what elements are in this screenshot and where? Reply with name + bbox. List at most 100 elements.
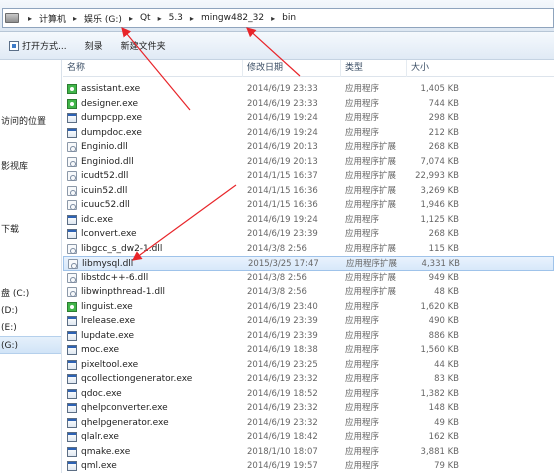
chevron-right-icon[interactable]: ▸ <box>23 14 37 23</box>
breadcrumb-computer[interactable]: 计算机 <box>37 9 68 27</box>
file-date: 2014/6/19 20:13 <box>247 142 318 152</box>
table-row[interactable]: qlalr.exe 2014/6/19 18:42 应用程序 162 KB <box>63 430 554 445</box>
chevron-right-icon[interactable]: ▸ <box>266 14 280 23</box>
chevron-right-icon[interactable]: ▸ <box>68 14 82 23</box>
file-name: pixeltool.exe <box>81 359 139 370</box>
file-date: 2014/6/19 18:38 <box>247 345 318 355</box>
table-row[interactable]: libgcc_s_dw2-1.dll 2014/3/8 2:56 应用程序扩展 115… <box>63 242 554 257</box>
file-date: 2014/6/19 19:24 <box>247 214 318 225</box>
breadcrumb-mingw[interactable]: mingw482_32 <box>199 9 266 27</box>
file-name: qhelpconverter.exe <box>81 403 168 413</box>
burn-label: 刻录 <box>84 42 103 52</box>
table-row[interactable]: dumpdoc.exe 2014/6/19 19:24 应用程序 212 KB <box>63 126 554 141</box>
file-size: 162 KB <box>428 432 459 442</box>
nav-item-drive-g[interactable]: (G:) <box>0 336 61 354</box>
table-row[interactable]: qhelpconverter.exe 2014/6/19 23:32 应用程序 148… <box>63 401 554 416</box>
file-date: 2018/1/10 18:07 <box>247 446 318 457</box>
file-name: libgcc_s_dw2-1.dll <box>81 243 163 254</box>
table-row[interactable]: icuin52.dll 2014/1/15 16:36 应用程序扩展 3,269 KB <box>63 184 554 199</box>
file-date: 2014/6/19 23:32 <box>247 403 318 413</box>
file-date: 2014/3/8 2:56 <box>247 272 307 283</box>
table-row[interactable]: pixeltool.exe 2014/6/19 23:25 应用程序 44 KB <box>63 358 554 373</box>
table-row[interactable]: qmake.exe 2018/1/10 18:07 应用程序 3,881 KB <box>63 445 554 460</box>
breadcrumb-5-3[interactable]: 5.3 <box>167 9 185 27</box>
file-name: lconvert.exe <box>81 229 137 239</box>
exe-icon <box>67 316 77 326</box>
file-date: 2014/3/8 2:56 <box>247 243 307 254</box>
exe-icon <box>67 388 77 399</box>
address-bar[interactable]: ▸ 计算机 ▸ 娱乐 (G:) ▸ Qt ▸ 5.3 ▸ mingw482_32… <box>2 8 554 28</box>
file-date: 2015/3/25 17:47 <box>248 259 319 269</box>
table-row[interactable]: libwinpthread-1.dll 2014/3/8 2:56 应用程序扩展 48… <box>63 285 554 300</box>
file-date: 2014/6/19 19:24 <box>247 113 318 123</box>
file-date: 2014/6/19 23:32 <box>247 374 318 384</box>
table-row[interactable]: idc.exe 2014/6/19 19:24 应用程序 1,125 KB <box>63 213 554 228</box>
table-row[interactable]: icudt52.dll 2014/1/15 16:37 应用程序扩展 22,993 K… <box>63 169 554 184</box>
table-row[interactable]: icuuc52.dll 2014/1/15 16:36 应用程序扩展 1,946 KB <box>63 198 554 213</box>
breadcrumb-qt[interactable]: Qt <box>138 9 153 27</box>
file-name: moc.exe <box>81 345 120 355</box>
computer-icon <box>5 13 19 23</box>
file-date: 2014/6/19 23:40 <box>247 301 318 312</box>
nav-item-downloads[interactable]: 下载 <box>0 221 61 239</box>
file-name: libwinpthread-1.dll <box>81 287 166 297</box>
open-with-label: 打开方式... <box>22 42 67 52</box>
open-with-icon <box>9 40 19 51</box>
file-size: 115 KB <box>428 243 459 254</box>
column-header-row: 名称 修改日期 类型 大小 <box>63 60 554 77</box>
table-row[interactable]: dumpcpp.exe 2014/6/19 19:24 应用程序 298 KB <box>63 111 554 126</box>
exe-icon <box>67 127 77 138</box>
chevron-right-icon[interactable]: ▸ <box>153 14 167 23</box>
table-row[interactable]: lupdate.exe 2014/6/19 23:39 应用程序 886 KB <box>63 329 554 344</box>
file-date: 2014/6/19 23:39 <box>247 229 318 239</box>
file-name: icuuc52.dll <box>81 200 130 210</box>
file-date: 2014/1/15 16:36 <box>247 200 318 210</box>
breadcrumb-bin[interactable]: bin <box>280 9 298 27</box>
file-date: 2014/6/19 23:33 <box>247 84 318 94</box>
table-row[interactable]: lconvert.exe 2014/6/19 23:39 应用程序 268 KB <box>63 227 554 242</box>
file-name: lrelease.exe <box>81 316 136 326</box>
file-size: 22,993 KB <box>415 171 459 181</box>
nav-item-drive-d[interactable]: (D:) <box>0 302 61 320</box>
file-size: 3,269 KB <box>420 185 459 196</box>
burn-button[interactable]: 刻录 <box>76 32 112 59</box>
table-row-selected[interactable]: libmysql.dll 2015/3/25 17:47 应用程序扩展 4,331 K… <box>63 256 554 271</box>
table-row[interactable]: lrelease.exe 2014/6/19 23:39 应用程序 490 KB <box>63 314 554 329</box>
table-row[interactable]: qcollectiongenerator.exe 2014/6/19 23:32 应… <box>63 372 554 387</box>
nav-item-recent-places[interactable]: 访问的位置 <box>0 113 61 131</box>
file-list: 名称 修改日期 类型 大小 assistant.exe 2014/6/19 23:… <box>63 60 554 473</box>
chevron-right-icon[interactable]: ▸ <box>185 14 199 23</box>
table-row[interactable]: designer.exe 2014/6/19 23:33 应用程序 744 KB <box>63 97 554 112</box>
new-folder-button[interactable]: 新建文件夹 <box>112 32 175 59</box>
table-row[interactable]: libstdc++-6.dll 2014/3/8 2:56 应用程序扩展 949 KB <box>63 271 554 286</box>
table-row[interactable]: moc.exe 2014/6/19 18:38 应用程序 1,560 KB <box>63 343 554 358</box>
dll-icon <box>67 243 77 254</box>
address-bar-area: ▸ 计算机 ▸ 娱乐 (G:) ▸ Qt ▸ 5.3 ▸ mingw482_32… <box>0 0 554 32</box>
table-row[interactable]: qdoc.exe 2014/6/19 18:52 应用程序 1,382 KB <box>63 387 554 402</box>
exe-icon <box>67 113 77 123</box>
column-header-type[interactable]: 类型 <box>341 60 407 77</box>
breadcrumb-drive-g[interactable]: 娱乐 (G:) <box>82 9 124 27</box>
file-name: libmysql.dll <box>82 259 134 269</box>
column-header-name[interactable]: 名称 <box>63 60 243 77</box>
nav-item-drive-e[interactable]: (E:) <box>0 319 61 337</box>
nav-item-video-library[interactable]: 影视库 <box>0 158 61 176</box>
table-row[interactable]: Enginio.dll 2014/6/19 20:13 应用程序扩展 268 KB <box>63 140 554 155</box>
file-size: 1,125 KB <box>420 214 459 225</box>
file-size: 744 KB <box>428 98 459 109</box>
table-row[interactable]: linguist.exe 2014/6/19 23:40 应用程序 1,620 KB <box>63 300 554 315</box>
table-row[interactable]: qml.exe 2014/6/19 19:57 应用程序 79 KB <box>63 459 554 473</box>
nav-item-drive-c[interactable]: 盘 (C:) <box>0 285 61 303</box>
table-row[interactable]: Enginiod.dll 2014/6/19 20:13 应用程序扩展 7,074 K… <box>63 155 554 170</box>
exe-icon <box>67 345 77 355</box>
table-row[interactable]: assistant.exe 2014/6/19 23:33 应用程序 1,405 KB <box>63 82 554 97</box>
file-name: linguist.exe <box>81 301 133 312</box>
chevron-right-icon[interactable]: ▸ <box>124 14 138 23</box>
table-row[interactable]: qhelpgenerator.exe 2014/6/19 23:32 应用程序 49 … <box>63 416 554 431</box>
file-size: 1,620 KB <box>420 301 459 312</box>
open-with-button[interactable]: 打开方式... <box>0 32 76 59</box>
exe-icon <box>67 461 77 471</box>
file-size: 268 KB <box>428 142 459 152</box>
column-header-size[interactable]: 大小 <box>407 60 463 77</box>
column-header-date[interactable]: 修改日期 <box>243 60 341 77</box>
